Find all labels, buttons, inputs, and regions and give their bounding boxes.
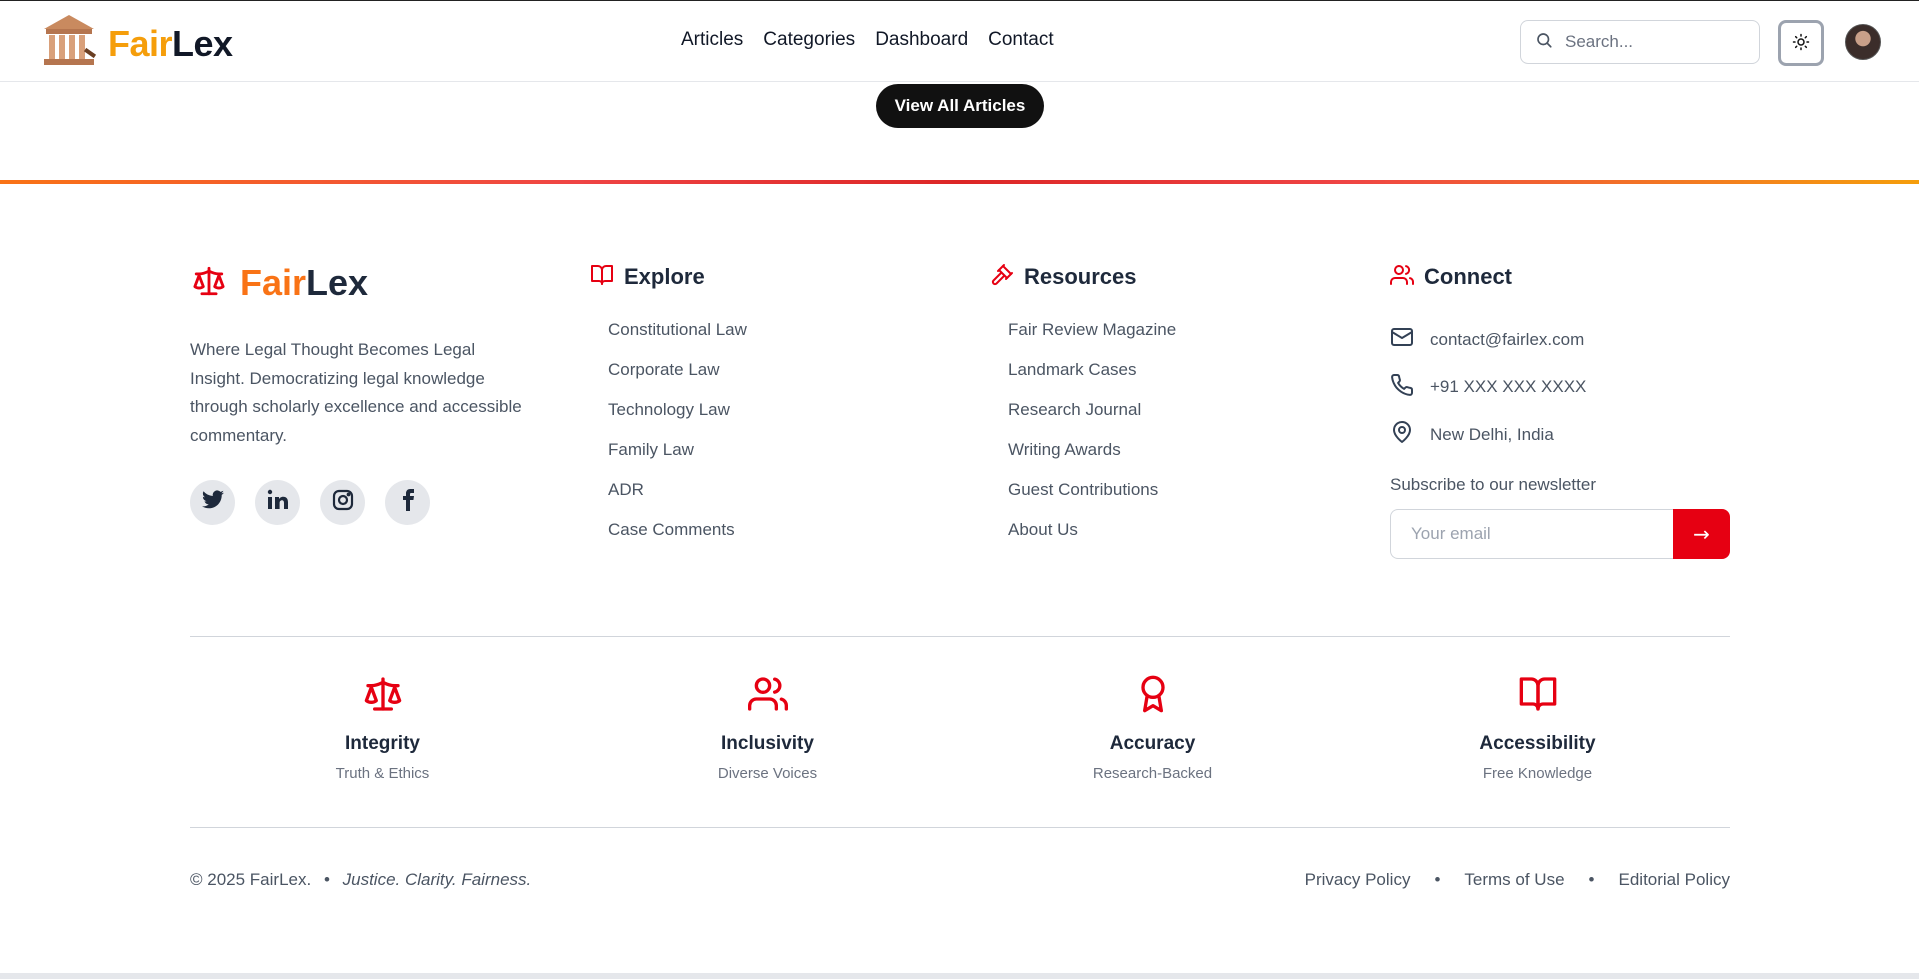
value-inclusivity: Inclusivity Diverse Voices — [575, 674, 960, 782]
list-item[interactable]: Corporate Law — [608, 358, 920, 398]
value-title: Accessibility — [1479, 733, 1596, 754]
footer-logo[interactable]: FairLex — [190, 262, 530, 304]
value-integrity: Integrity Truth & Ethics — [190, 674, 575, 782]
list-item[interactable]: Fair Review Magazine — [1008, 318, 1320, 358]
editorial-policy-link[interactable]: Editorial Policy — [1619, 870, 1731, 890]
social-links — [190, 480, 530, 525]
footer-tagline: Where Legal Thought Becomes Legal Insigh… — [190, 340, 522, 445]
value-subtitle: Free Knowledge — [1482, 765, 1593, 782]
twitter-link[interactable] — [190, 480, 235, 525]
site-header: FairLex Articles Categories Dashboard Co… — [0, 0, 1919, 82]
value-subtitle: Research-Backed — [1092, 765, 1213, 782]
value-accessibility: Accessibility Free Knowledge — [1345, 674, 1730, 782]
search-input[interactable] — [1565, 32, 1735, 52]
contact-email[interactable]: contact@fairlex.com — [1390, 316, 1730, 364]
award-icon — [1133, 674, 1173, 719]
list-item[interactable]: Family Law — [608, 438, 920, 478]
scale-icon — [190, 264, 228, 303]
separator-dot: • — [1434, 870, 1441, 889]
separator-dot: • — [1588, 870, 1595, 889]
value-subtitle: Diverse Voices — [717, 765, 818, 782]
footer-divider — [190, 827, 1730, 828]
instagram-icon — [331, 488, 355, 517]
list-item[interactable]: Technology Law — [608, 398, 920, 438]
book-open-icon — [590, 263, 614, 292]
list-item[interactable]: Writing Awards — [1008, 438, 1320, 478]
newsletter-form: → — [1390, 508, 1730, 559]
facebook-link[interactable] — [385, 480, 430, 525]
gavel-icon — [990, 263, 1014, 292]
search-icon — [1535, 31, 1553, 54]
instagram-link[interactable] — [320, 480, 365, 525]
main-nav: Articles Categories Dashboard Contact — [681, 29, 1054, 51]
list-item[interactable]: About Us — [1008, 518, 1320, 558]
contact-list: contact@fairlex.com +91 XXX XXX XXXX New… — [1390, 316, 1730, 459]
policy-links: Privacy Policy • Terms of Use • Editoria… — [1305, 870, 1730, 890]
motto: Justice. Clarity. Fairness. — [342, 870, 532, 889]
copyright: © 2025 FairLex. — [190, 870, 312, 889]
mail-icon — [1390, 325, 1414, 354]
resources-links: Fair Review Magazine Landmark Cases Rese… — [990, 318, 1320, 558]
terms-of-use-link[interactable]: Terms of Use — [1464, 870, 1564, 890]
users-icon — [747, 674, 788, 719]
users-icon — [1390, 263, 1415, 292]
value-title: Integrity — [345, 733, 420, 754]
phone-icon — [1390, 373, 1414, 402]
value-subtitle: Truth & Ethics — [335, 765, 430, 782]
value-accuracy: Accuracy Research-Backed — [960, 674, 1345, 782]
list-item[interactable]: Case Comments — [608, 518, 920, 558]
footer-bottom-bar: © 2025 FairLex. • Justice. Clarity. Fair… — [190, 870, 1730, 890]
connect-column: Connect contact@fairlex.com +91 XXX XXX … — [1390, 262, 1730, 559]
nav-dashboard[interactable]: Dashboard — [875, 29, 968, 51]
list-item[interactable]: Landmark Cases — [1008, 358, 1320, 398]
value-title: Accuracy — [1109, 733, 1196, 754]
sun-icon — [1792, 33, 1810, 54]
facebook-icon — [396, 488, 420, 517]
explore-links: Constitutional Law Corporate Law Technol… — [590, 318, 920, 558]
linkedin-link[interactable] — [255, 480, 300, 525]
list-item[interactable]: ADR — [608, 478, 920, 518]
explore-column: Explore Constitutional Law Corporate Law… — [590, 262, 920, 558]
connect-heading: Connect — [1390, 262, 1730, 292]
avatar[interactable] — [1845, 24, 1881, 60]
newsletter-submit-button[interactable]: → — [1673, 508, 1730, 559]
accent-divider — [0, 180, 1919, 184]
courthouse-icon — [40, 13, 98, 74]
nav-contact[interactable]: Contact — [988, 29, 1053, 51]
resources-heading: Resources — [990, 262, 1320, 292]
privacy-policy-link[interactable]: Privacy Policy — [1305, 870, 1411, 890]
newsletter-email-input[interactable] — [1390, 508, 1673, 559]
search-box[interactable] — [1520, 20, 1760, 64]
view-all-articles-button[interactable]: View All Articles — [876, 84, 1044, 128]
newsletter-label: Subscribe to our newsletter — [1390, 474, 1596, 494]
resources-column: Resources Fair Review Magazine Landmark … — [990, 262, 1320, 558]
horizontal-scrollbar[interactable] — [0, 973, 1919, 979]
theme-toggle-button[interactable] — [1778, 20, 1824, 66]
book-open-icon — [1518, 674, 1558, 719]
twitter-icon — [201, 488, 225, 517]
map-pin-icon — [1390, 420, 1414, 449]
list-item[interactable]: Constitutional Law — [608, 318, 920, 358]
footer-divider — [190, 636, 1730, 637]
copyright-line: © 2025 FairLex. • Justice. Clarity. Fair… — [190, 870, 531, 890]
nav-categories[interactable]: Categories — [763, 29, 855, 51]
brand-name: FairLex — [108, 22, 233, 64]
nav-articles[interactable]: Articles — [681, 29, 743, 51]
list-item[interactable]: Research Journal — [1008, 398, 1320, 438]
value-title: Inclusivity — [721, 733, 814, 754]
explore-heading: Explore — [590, 262, 920, 292]
list-item[interactable]: Guest Contributions — [1008, 478, 1320, 518]
contact-location: New Delhi, India — [1390, 411, 1730, 459]
brand-logo[interactable]: FairLex — [40, 13, 233, 74]
contact-phone[interactable]: +91 XXX XXX XXXX — [1390, 364, 1730, 412]
separator-dot: • — [323, 870, 330, 889]
footer-brand-column: FairLex Where Legal Thought Becomes Lega… — [190, 262, 530, 525]
linkedin-icon — [266, 488, 290, 517]
values-row: Integrity Truth & Ethics Inclusivity Div… — [190, 674, 1730, 782]
scale-icon — [363, 674, 403, 719]
